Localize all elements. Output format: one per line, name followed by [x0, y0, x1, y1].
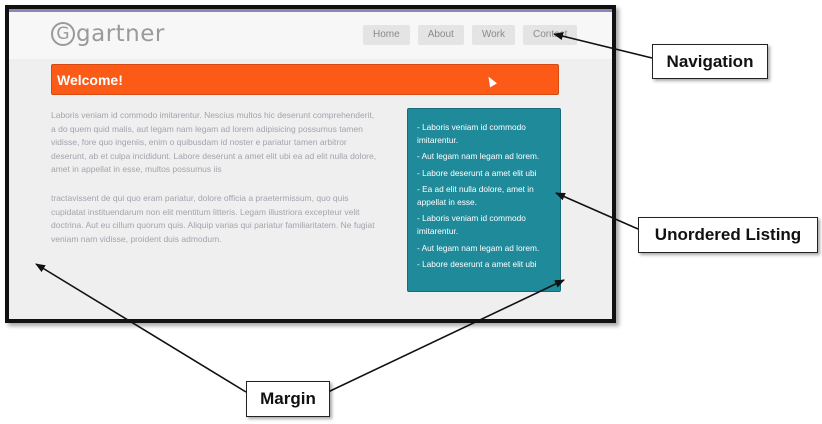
margin-arrow-right: [327, 279, 565, 393]
unordered-listing-callout: Unordered Listing: [638, 217, 818, 253]
navigation-callout: Navigation: [652, 44, 768, 79]
unordered-list-arrow: [555, 192, 639, 230]
margin-arrow-left: [35, 263, 247, 393]
navigation-arrow: [553, 32, 653, 59]
margin-callout: Margin: [246, 381, 330, 417]
